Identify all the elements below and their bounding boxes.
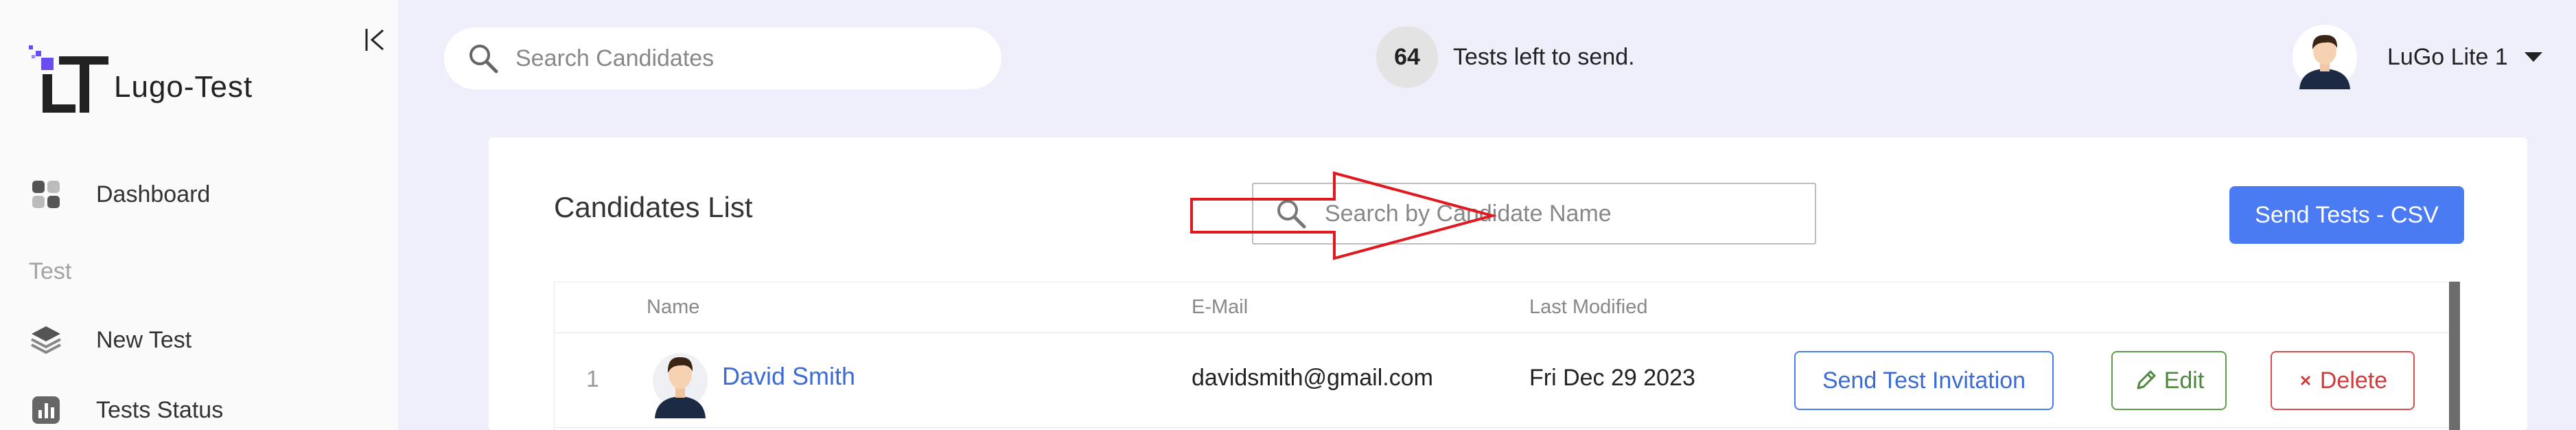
- column-header-name[interactable]: Name: [647, 296, 699, 319]
- sidebar-item-label: Dashboard: [96, 181, 211, 207]
- delete-button[interactable]: Delete: [2271, 351, 2415, 410]
- avatar: [649, 343, 711, 418]
- delete-button-label: Delete: [2319, 367, 2388, 394]
- table-row: 1 David Smith davidsmith@gmail.com Fri D…: [555, 333, 2452, 428]
- candidates-search[interactable]: [444, 27, 1001, 89]
- page-title: Candidates List: [554, 191, 753, 223]
- annotation-arrow-icon: [1187, 169, 1498, 262]
- chevron-down-icon[interactable]: [2523, 50, 2544, 64]
- close-icon: [2298, 373, 2313, 388]
- logo-text: Lugo-Test: [114, 70, 253, 104]
- candidate-email: davidsmith@gmail.com: [1192, 365, 1433, 391]
- sidebar-item-dashboard[interactable]: Dashboard: [29, 177, 210, 212]
- table-header: Name E-Mail Last Modified: [555, 282, 2452, 333]
- edit-button-label: Edit: [2163, 367, 2205, 394]
- tests-left-count: 64: [1376, 26, 1438, 88]
- candidate-last-modified: Fri Dec 29 2023: [1529, 365, 1695, 391]
- sidebar-item-new-test[interactable]: New Test: [29, 323, 192, 357]
- logo[interactable]: Lugo-Test: [29, 41, 253, 117]
- search-icon: [466, 41, 500, 76]
- avatar: [2293, 25, 2357, 89]
- user-menu[interactable]: LuGo Lite 1: [2293, 25, 2544, 89]
- pencil-icon: [2134, 369, 2157, 392]
- dashboard-icon: [29, 177, 63, 212]
- tests-left-text: Tests left to send.: [1453, 43, 1635, 70]
- sidebar: Lugo-Test Dashboard Test New Test Tests …: [0, 0, 398, 430]
- row-index: 1: [586, 366, 599, 392]
- layers-icon: [29, 323, 63, 357]
- user-name: LuGo Lite 1: [2387, 43, 2508, 70]
- search-input[interactable]: [515, 45, 955, 72]
- invite-button-label: Send Test Invitation: [1822, 367, 2026, 394]
- logo-mark-icon: [29, 41, 111, 117]
- candidates-table: Name E-Mail Last Modified 1 David Smith …: [554, 282, 2452, 430]
- send-tests-csv-button[interactable]: Send Tests - CSV: [2229, 186, 2464, 244]
- bar-chart-icon: [29, 393, 63, 427]
- sidebar-item-label: Tests Status: [96, 396, 224, 423]
- table-scrollbar[interactable]: [2449, 282, 2460, 430]
- sidebar-item-label: New Test: [96, 326, 192, 353]
- candidates-card: Candidates List Send Tests - CSV Name E-…: [489, 137, 2527, 430]
- column-header-email[interactable]: E-Mail: [1192, 296, 1248, 319]
- collapse-sidebar-icon[interactable]: [362, 26, 387, 54]
- candidate-name-link[interactable]: David Smith: [722, 362, 855, 391]
- sidebar-section-label: Test: [29, 258, 72, 284]
- edit-button[interactable]: Edit: [2111, 351, 2227, 410]
- column-header-last-modified[interactable]: Last Modified: [1529, 296, 1648, 319]
- tests-left-indicator: 64 Tests left to send.: [1376, 26, 1635, 88]
- sidebar-item-tests-status[interactable]: Tests Status: [29, 393, 223, 427]
- send-test-invitation-button[interactable]: Send Test Invitation: [1794, 351, 2054, 410]
